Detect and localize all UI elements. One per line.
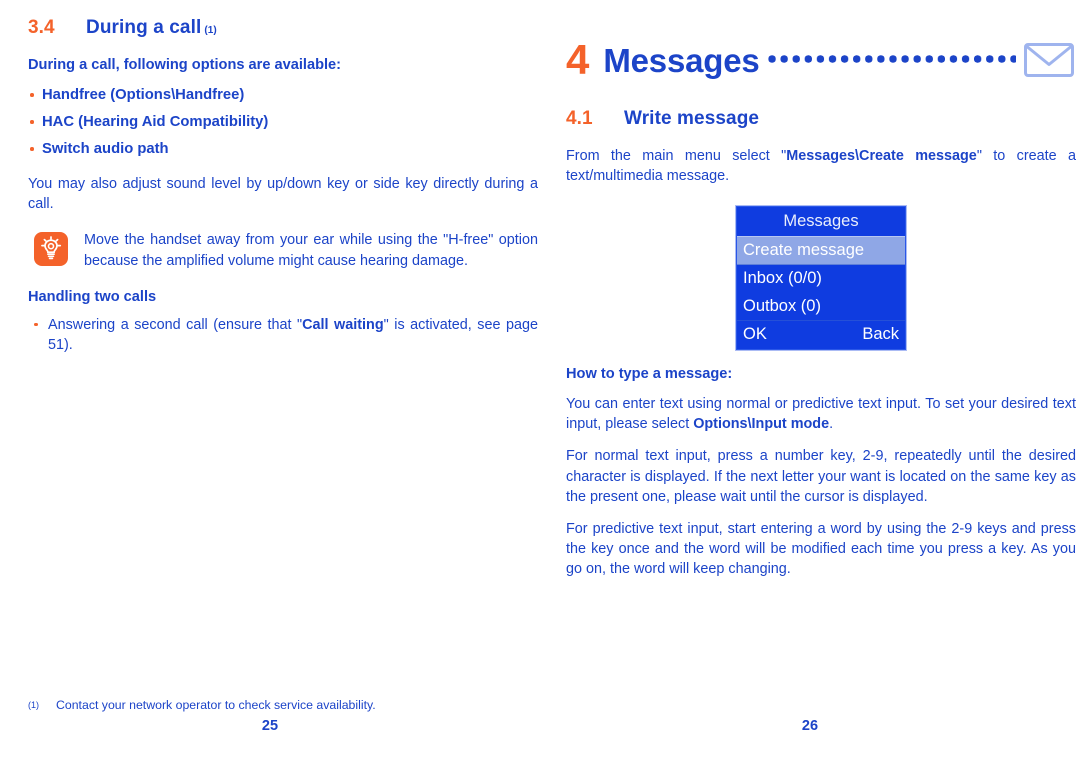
list-item: Handfree (Options\Handfree)	[28, 85, 538, 105]
howto-paragraph-2: For normal text input, press a number ke…	[566, 448, 1076, 505]
chapter-heading-4: 4 Messages	[566, 32, 1076, 88]
section-number: 4.1	[566, 108, 593, 129]
handling-item-bold: Call waiting	[302, 316, 384, 333]
phone-screen-title: Messages	[783, 212, 859, 231]
option-label: HAC (Hearing Aid Compatibility)	[42, 114, 269, 130]
envelope-icon	[1022, 38, 1076, 82]
softkey-ok[interactable]: OK	[743, 326, 767, 343]
phone-softkey-bar: OK Back	[737, 320, 905, 349]
phone-screen-figure: Messages Create message Inbox (0/0) Outb…	[566, 206, 1076, 350]
footnote-marker: (1)	[28, 700, 39, 710]
phone-menu-item-create-message[interactable]: Create message	[737, 235, 905, 266]
list-item: Switch audio path	[28, 139, 538, 159]
list-item: Answering a second call (ensure that "Ca…	[28, 315, 538, 355]
page-number-right: 26	[801, 718, 819, 734]
sound-level-paragraph: You may also adjust sound level by up/do…	[28, 176, 538, 213]
dot-leader	[765, 55, 1016, 63]
handling-two-calls-list: Answering a second call (ensure that "Ca…	[28, 315, 538, 355]
manual-page-spread: 3.4 During a call (1) During a call, fol…	[0, 0, 1080, 767]
option-label: Handfree (Options\Handfree)	[42, 87, 245, 103]
howto-p1-post: .	[829, 416, 834, 433]
chapter-title: Messages	[603, 41, 760, 79]
right-page-column: 4 Messages 4.1 Write message From the ma…	[566, 0, 1076, 767]
handling-item-pre: Answering a second call (ensure that "	[48, 316, 303, 333]
intro-pre: From the main menu select "	[566, 148, 787, 164]
softkey-back[interactable]: Back	[862, 326, 899, 343]
section-title: During a call	[86, 17, 202, 38]
write-message-intro: From the main menu select "Messages\Crea…	[566, 146, 1076, 186]
section-heading-3-4: 3.4 During a call (1)	[28, 17, 538, 39]
left-page-column: 3.4 During a call (1) During a call, fol…	[28, 0, 538, 767]
footnote: (1) Contact your network operator to che…	[28, 697, 538, 713]
phone-screen: Messages Create message Inbox (0/0) Outb…	[736, 206, 906, 350]
section-title: Write message	[624, 108, 760, 129]
handling-two-calls-heading: Handling two calls	[28, 288, 157, 305]
lightbulb-icon	[34, 232, 68, 267]
footnote-text: Contact your network operator to check s…	[56, 698, 376, 712]
how-to-type-heading: How to type a message:	[566, 365, 733, 382]
tip-callout: Move the handset away from your ear whil…	[28, 230, 538, 270]
section-footnote-marker: (1)	[204, 25, 217, 36]
chapter-number: 4	[566, 36, 590, 83]
howto-paragraph-1: You can enter text using normal or predi…	[566, 394, 1076, 434]
phone-menu-item-outbox[interactable]: Outbox (0)	[737, 293, 905, 321]
howto-p1-bold-path: Options\Input mode	[693, 416, 830, 433]
intro-bold-path: Messages\Create message	[786, 148, 977, 164]
section-number: 3.4	[28, 17, 55, 38]
option-label: Switch audio path	[42, 141, 169, 157]
page-number-left: 25	[261, 718, 279, 734]
tip-text: Move the handset away from your ear whil…	[84, 232, 538, 269]
list-item: HAC (Hearing Aid Compatibility)	[28, 112, 538, 132]
during-call-options-list: Handfree (Options\Handfree) HAC (Hearing…	[28, 85, 538, 159]
section-heading-4-1: 4.1 Write message	[566, 108, 1076, 130]
phone-menu-item-inbox[interactable]: Inbox (0/0)	[737, 265, 905, 293]
options-intro: During a call, following options are ava…	[28, 57, 342, 73]
howto-paragraph-3: For predictive text input, start enterin…	[566, 520, 1076, 578]
